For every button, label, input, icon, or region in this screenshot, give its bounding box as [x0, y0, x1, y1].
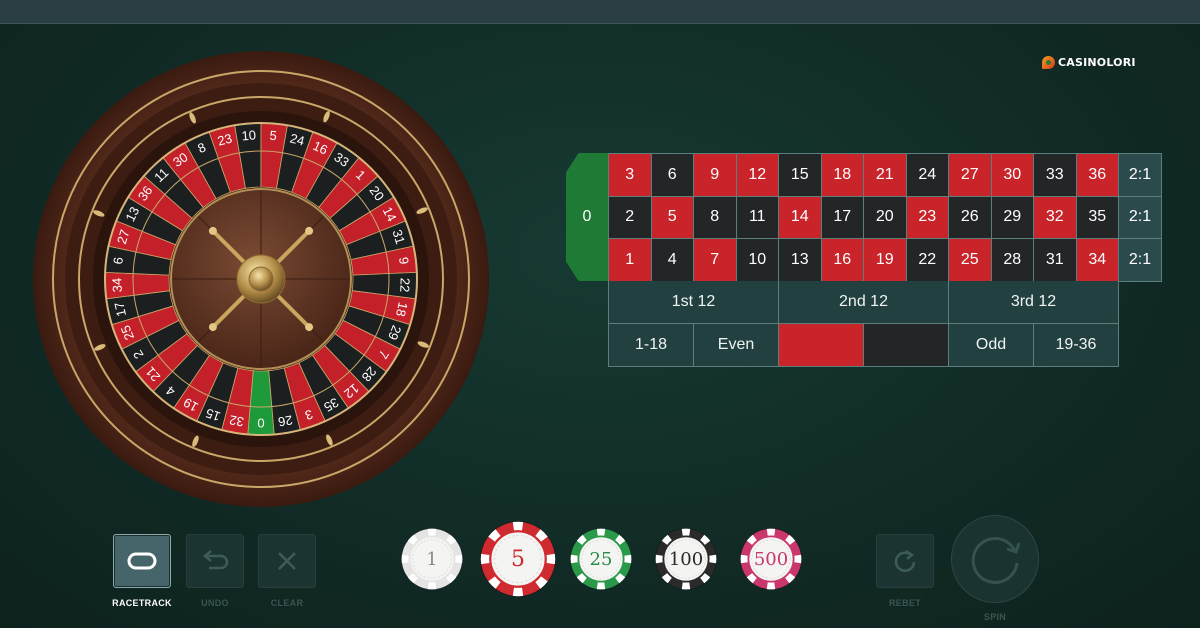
column-bet-cell[interactable]: 2:1 [1119, 196, 1162, 240]
number-cell[interactable]: 6 [651, 154, 694, 197]
red-bet-cell[interactable] [779, 324, 864, 367]
brand-name: CASINOLORI [1058, 56, 1136, 69]
number-cell[interactable]: 30 [991, 154, 1034, 197]
rebet-button[interactable] [876, 534, 934, 588]
number-cell[interactable]: 15 [779, 154, 822, 197]
number-cell[interactable]: 25 [949, 239, 992, 282]
number-cell[interactable]: 7 [694, 239, 737, 282]
undo-icon [203, 550, 229, 570]
dozen-bet-cell[interactable]: 2nd 12 [779, 281, 949, 324]
number-cell[interactable]: 26 [949, 196, 992, 240]
number-cell[interactable]: 18 [821, 154, 864, 197]
number-cell[interactable]: 24 [906, 154, 949, 197]
column-bet-cell[interactable]: 2:1 [1119, 154, 1162, 197]
dozen-bets: 1st 12 2nd 12 3rd 12 [608, 281, 1119, 324]
wheel-number: 10 [241, 127, 257, 143]
chip-1[interactable]: 1 [401, 528, 463, 590]
wheel-number: 22 [397, 278, 413, 293]
racetrack-label: RACETRACK [112, 598, 172, 608]
wheel-number: 32 [228, 412, 245, 429]
number-cell[interactable]: 36 [1076, 154, 1119, 197]
number-cell[interactable]: 11 [736, 196, 779, 240]
spin-label: SPIN [983, 612, 1007, 622]
number-cell[interactable]: 27 [949, 154, 992, 197]
chip-value: 1 [426, 548, 438, 570]
number-cell[interactable]: 8 [694, 196, 737, 240]
roulette-wheel-graphic: 03215194212251734627133611308 23 10 5 24 1633… [33, 51, 489, 507]
number-cell[interactable]: 13 [779, 239, 822, 282]
close-icon [278, 552, 296, 570]
chip-value: 100 [668, 548, 704, 570]
number-cell[interactable]: 29 [991, 196, 1034, 240]
rebet-label: REBET [888, 598, 921, 608]
number-cell[interactable]: 33 [1034, 154, 1077, 197]
number-cell[interactable]: 3 [609, 154, 652, 197]
number-cell[interactable]: 14 [779, 196, 822, 240]
dozen-bet-cell[interactable]: 1st 12 [609, 281, 779, 324]
racetrack-button[interactable] [113, 534, 171, 588]
undo-label: UNDO [201, 598, 229, 608]
number-cell[interactable]: 20 [864, 196, 907, 240]
chip-value: 500 [753, 548, 789, 570]
outside-bet-cell[interactable]: 1-18 [609, 324, 694, 367]
betting-table[interactable]: 0 3 6 9 12 15 18 21 24 27 30 33 36 2:1 2 5 8 11 14 17 20 23 2… [566, 153, 1163, 369]
column-bet-cell[interactable]: 2:1 [1119, 239, 1162, 282]
number-cell[interactable]: 23 [906, 196, 949, 240]
spin-button[interactable] [951, 515, 1039, 603]
roulette-wheel: 0 32 15 19 4 21 2 25 17 34 6 27 13 36 11 30 8 23 10 5 24 16 33… [30, 48, 492, 510]
number-cell[interactable]: 9 [694, 154, 737, 197]
chip-value: 5 [511, 546, 525, 572]
number-grid: 3 6 9 12 15 18 21 24 27 30 33 36 2:1 2 5 8 11 14 17 20 23 26 2… [608, 153, 1162, 282]
top-bar [0, 0, 1200, 24]
brand-logo: CASINOLORI [1042, 56, 1136, 69]
clear-label: CLEAR [270, 598, 304, 608]
number-cell[interactable]: 4 [651, 239, 694, 282]
chip-value: 25 [589, 548, 613, 570]
outside-bet-cell[interactable]: Odd [949, 324, 1034, 367]
number-cell[interactable]: 16 [821, 239, 864, 282]
number-cell[interactable]: 34 [1076, 239, 1119, 282]
number-cell[interactable]: 19 [864, 239, 907, 282]
wheel-number: 5 [269, 128, 277, 144]
number-cell[interactable]: 5 [651, 196, 694, 240]
wheel-number: 17 [111, 301, 129, 318]
chip-500[interactable]: 500 [740, 528, 802, 590]
number-cell[interactable]: 32 [1034, 196, 1077, 240]
outside-bet-cell[interactable]: 19-36 [1034, 324, 1119, 367]
black-bet-cell[interactable] [864, 324, 949, 367]
number-cell[interactable]: 31 [1034, 239, 1077, 282]
spin-icon [971, 537, 1021, 584]
brand-icon [1042, 56, 1055, 69]
undo-button[interactable] [186, 534, 244, 588]
zero-cell[interactable]: 0 [566, 153, 608, 281]
clear-button[interactable] [258, 534, 316, 588]
number-cell[interactable]: 22 [906, 239, 949, 282]
rebet-icon [894, 549, 916, 572]
chip-25[interactable]: 25 [570, 528, 632, 590]
wheel-number: 34 [109, 278, 125, 293]
number-cell[interactable]: 12 [736, 154, 779, 197]
chip-100[interactable]: 100 [655, 528, 717, 590]
number-cell[interactable]: 35 [1076, 196, 1119, 240]
number-cell[interactable]: 10 [736, 239, 779, 282]
wheel-number: 26 [277, 412, 294, 429]
number-cell[interactable]: 21 [864, 154, 907, 197]
wheel-number: 18 [393, 301, 411, 318]
racetrack-icon [127, 552, 157, 570]
number-cell[interactable]: 28 [991, 239, 1034, 282]
number-cell[interactable]: 17 [821, 196, 864, 240]
outside-bet-cell[interactable]: Even [694, 324, 779, 367]
number-cell[interactable]: 1 [609, 239, 652, 282]
chip-5[interactable]: 5 [480, 521, 556, 597]
outside-bets: 1-18 Even Odd 19-36 [608, 324, 1119, 367]
wheel-number: 0 [257, 416, 264, 431]
number-cell[interactable]: 2 [609, 196, 652, 240]
dozen-bet-cell[interactable]: 3rd 12 [949, 281, 1119, 324]
